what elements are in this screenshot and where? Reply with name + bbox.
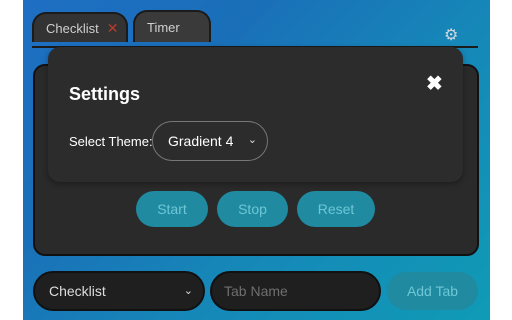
settings-title: Settings (69, 84, 141, 104)
add-tab-button[interactable]: Add Tab (387, 272, 478, 310)
close-tab-icon[interactable]: ✕ (107, 20, 119, 37)
theme-label: Select Theme: (69, 134, 153, 149)
app-window: Checklist ✕ Timer ⚙ Start Stop Reset Set… (23, 0, 490, 320)
close-icon[interactable]: ✖ (426, 71, 443, 96)
tab-type-value: Checklist (49, 283, 106, 299)
theme-select[interactable]: Gradient 4 ⌄ (152, 121, 268, 161)
tab-checklist[interactable]: Checklist ✕ (32, 12, 128, 42)
chevron-down-icon: ⌄ (183, 285, 193, 297)
gear-icon[interactable]: ⚙ (444, 25, 458, 45)
tab-label: Checklist (46, 20, 99, 36)
tab-type-select[interactable]: Checklist ⌄ (33, 271, 205, 311)
tab-name-placeholder: Tab Name (224, 283, 288, 299)
start-button[interactable]: Start (136, 191, 208, 227)
theme-select-value: Gradient 4 (168, 133, 234, 149)
chevron-down-icon: ⌄ (247, 134, 257, 146)
settings-modal: Settings ✖ Select Theme: Gradient 4 ⌄ (48, 47, 463, 182)
tab-timer[interactable]: Timer (133, 10, 211, 42)
tab-label: Timer (147, 19, 180, 35)
reset-button[interactable]: Reset (297, 191, 375, 227)
tab-name-input[interactable]: Tab Name (210, 271, 381, 311)
stop-button[interactable]: Stop (217, 191, 288, 227)
